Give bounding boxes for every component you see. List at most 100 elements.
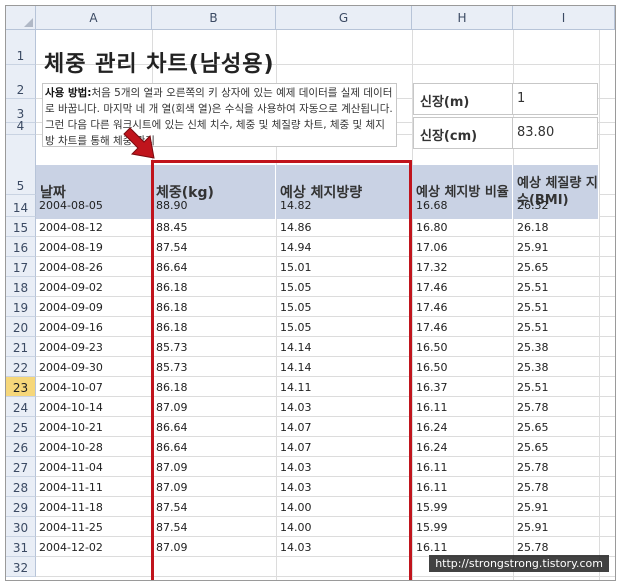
table-cell[interactable]: 2004-09-09: [39, 301, 103, 314]
table-cell[interactable]: 16.11: [416, 461, 448, 474]
table-cell[interactable]: 17.46: [416, 281, 448, 294]
row-header-26[interactable]: 26: [6, 437, 36, 457]
table-cell[interactable]: 26.32: [517, 199, 549, 212]
table-cell[interactable]: 2004-10-07: [39, 381, 103, 394]
table-cell[interactable]: 25.65: [517, 261, 549, 274]
instructions-text: 처음 5개의 열과 오른쪽의 키 상자에 있는 예제 데이터를 실제 데이터로 …: [45, 87, 393, 147]
watermark: http://strongstrong.tistory.com: [429, 555, 609, 572]
row-header-4[interactable]: 4: [6, 119, 36, 135]
height-m-value-cell[interactable]: 1: [512, 83, 598, 115]
column-header-g[interactable]: G: [276, 6, 412, 30]
row-header-2[interactable]: 2: [6, 65, 36, 99]
table-cell[interactable]: 2004-10-28: [39, 441, 103, 454]
table-cell[interactable]: 25.78: [517, 461, 549, 474]
height-cm-label: 신장(cm): [420, 129, 478, 144]
table-cell[interactable]: 16.50: [416, 361, 448, 374]
table-cell[interactable]: 26.18: [517, 221, 549, 234]
row-header-18[interactable]: 18: [6, 277, 36, 297]
highlight-box: [151, 160, 412, 580]
table-cell[interactable]: 25.38: [517, 361, 549, 374]
table-cell[interactable]: 2004-11-18: [39, 501, 103, 514]
row-header-29[interactable]: 29: [6, 497, 36, 517]
row-header-15[interactable]: 15: [6, 217, 36, 237]
table-cell[interactable]: 25.78: [517, 481, 549, 494]
row-header-1[interactable]: 1: [6, 30, 36, 65]
row-header-25[interactable]: 25: [6, 417, 36, 437]
table-cell[interactable]: 2004-12-02: [39, 541, 103, 554]
height-m-value: 1: [517, 91, 526, 106]
instructions-box: 사용 방법:처음 5개의 열과 오른쪽의 키 상자에 있는 예제 데이터를 실제…: [42, 83, 397, 147]
row-header-5[interactable]: 5: [6, 135, 36, 195]
table-cell[interactable]: 25.51: [517, 281, 549, 294]
row-header-23[interactable]: 23: [6, 377, 36, 397]
table-cell[interactable]: 17.46: [416, 301, 448, 314]
table-cell[interactable]: 17.46: [416, 321, 448, 334]
table-cell[interactable]: 2004-08-19: [39, 241, 103, 254]
table-cell[interactable]: 17.06: [416, 241, 448, 254]
height-cm-label-cell[interactable]: 신장(cm): [413, 117, 513, 149]
row-header-14[interactable]: 14: [6, 195, 36, 217]
instructions-label: 사용 방법:: [45, 87, 92, 99]
row-header-21[interactable]: 21: [6, 337, 36, 357]
table-cell[interactable]: 16.37: [416, 381, 448, 394]
table-cell[interactable]: 2004-11-04: [39, 461, 103, 474]
table-cell[interactable]: 25.91: [517, 241, 549, 254]
table-cell[interactable]: 25.91: [517, 521, 549, 534]
table-cell[interactable]: 16.24: [416, 421, 448, 434]
grid-line: [599, 30, 600, 580]
table-cell[interactable]: 2004-10-14: [39, 401, 103, 414]
table-cell[interactable]: 25.38: [517, 341, 549, 354]
row-header-27[interactable]: 27: [6, 457, 36, 477]
row-header-31[interactable]: 31: [6, 537, 36, 557]
row-header-17[interactable]: 17: [6, 257, 36, 277]
table-cell[interactable]: 16.24: [416, 441, 448, 454]
table-cell[interactable]: 2004-08-05: [39, 199, 103, 212]
table-cell[interactable]: 15.99: [416, 501, 448, 514]
table-cell[interactable]: 25.91: [517, 501, 549, 514]
row-header-22[interactable]: 22: [6, 357, 36, 377]
table-cell[interactable]: 25.51: [517, 381, 549, 394]
table-cell[interactable]: 25.65: [517, 421, 549, 434]
row-header-32[interactable]: 32: [6, 557, 36, 577]
row-header-28[interactable]: 28: [6, 477, 36, 497]
table-cell[interactable]: 16.11: [416, 541, 448, 554]
table-cell[interactable]: 25.78: [517, 541, 549, 554]
table-cell[interactable]: 16.80: [416, 221, 448, 234]
column-header-b[interactable]: B: [152, 6, 276, 30]
row-header-20[interactable]: 20: [6, 317, 36, 337]
table-cell[interactable]: 16.50: [416, 341, 448, 354]
height-m-label-cell[interactable]: 신장(m): [413, 83, 513, 115]
table-cell[interactable]: 2004-08-26: [39, 261, 103, 274]
table-cell[interactable]: 2004-09-16: [39, 321, 103, 334]
select-all-button[interactable]: [6, 6, 36, 30]
table-cell[interactable]: 16.68: [416, 199, 448, 212]
table-cell[interactable]: 2004-11-11: [39, 481, 103, 494]
height-cm-value: 83.80: [517, 125, 555, 140]
table-cell[interactable]: 25.65: [517, 441, 549, 454]
page-title: 체중 관리 차트(남성용): [44, 52, 275, 77]
row-header-19[interactable]: 19: [6, 297, 36, 317]
table-cell[interactable]: 25.51: [517, 321, 549, 334]
table-cell[interactable]: 2004-09-30: [39, 361, 103, 374]
column-header-i[interactable]: I: [513, 6, 615, 30]
row-header-24[interactable]: 24: [6, 397, 36, 417]
row-header-30[interactable]: 30: [6, 517, 36, 537]
spreadsheet-window: ABGHI 1 2 3 4 5 14 15 16 17 18 19 20 21 22 23 24 25 26 27 2…: [5, 5, 616, 581]
table-cell[interactable]: 2004-08-12: [39, 221, 103, 234]
table-cell[interactable]: 16.11: [416, 401, 448, 414]
table-cell[interactable]: 2004-09-23: [39, 341, 103, 354]
column-header-h[interactable]: H: [412, 6, 513, 30]
table-cell[interactable]: 2004-10-21: [39, 421, 103, 434]
table-cell[interactable]: 25.78: [517, 401, 549, 414]
table-cell[interactable]: 2004-09-02: [39, 281, 103, 294]
row-header-16[interactable]: 16: [6, 237, 36, 257]
column-header-a[interactable]: A: [36, 6, 152, 30]
sheet-grid[interactable]: 체중 관리 차트(남성용) 사용 방법:처음 5개의 열과 오른쪽의 키 상자에…: [36, 30, 615, 580]
table-cell[interactable]: 25.51: [517, 301, 549, 314]
table-cell[interactable]: 17.32: [416, 261, 448, 274]
arrow-down-right-icon: [123, 127, 155, 159]
table-cell[interactable]: 15.99: [416, 521, 448, 534]
table-cell[interactable]: 16.11: [416, 481, 448, 494]
table-cell[interactable]: 2004-11-25: [39, 521, 103, 534]
height-cm-value-cell[interactable]: 83.80: [512, 117, 598, 149]
